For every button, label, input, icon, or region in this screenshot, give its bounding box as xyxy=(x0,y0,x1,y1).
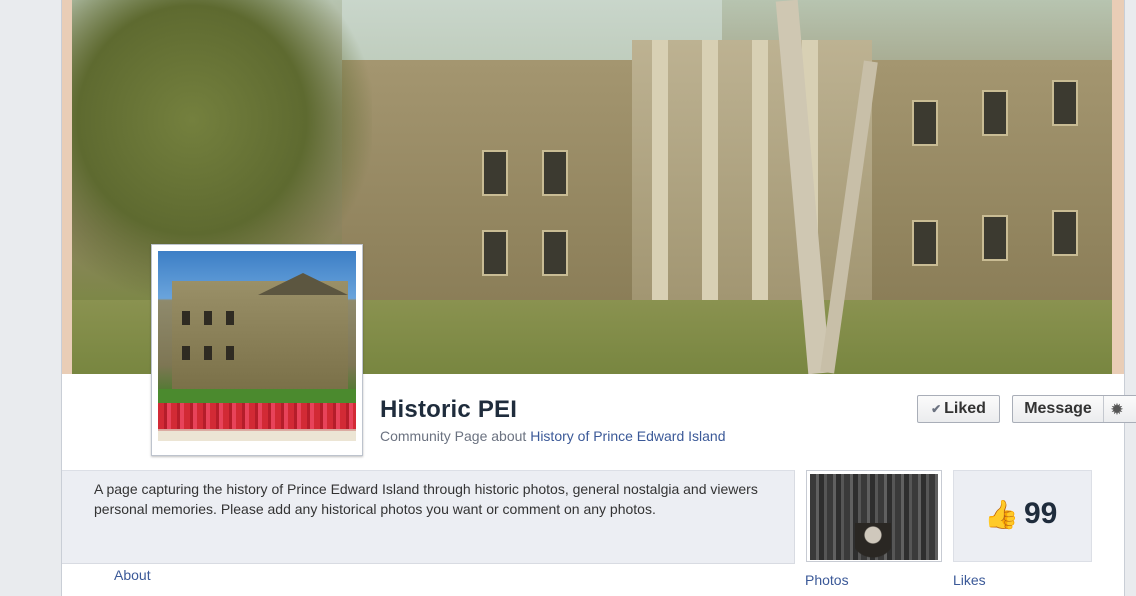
profile-window xyxy=(182,346,190,360)
photos-thumbnail[interactable] xyxy=(806,470,942,562)
profile-flowers xyxy=(158,403,356,429)
cover-column xyxy=(702,40,718,300)
cover-window xyxy=(482,150,508,196)
thumbs-up-icon: 👍 xyxy=(984,499,1019,530)
profile-window xyxy=(182,311,190,325)
profile-caption-strip xyxy=(158,431,356,441)
profile-window xyxy=(226,346,234,360)
tab-photos[interactable]: Photos xyxy=(805,572,849,588)
category-link[interactable]: History of Prince Edward Island xyxy=(530,428,725,444)
message-button[interactable]: Message xyxy=(1013,396,1104,422)
cover-window xyxy=(1052,80,1078,126)
gear-icon[interactable]: ✹ xyxy=(1104,396,1130,422)
likes-panel[interactable]: 👍 99 xyxy=(953,470,1092,562)
tab-likes[interactable]: Likes xyxy=(953,572,986,588)
cover-column xyxy=(752,40,768,300)
page-category-prefix: Community Page about xyxy=(380,428,531,444)
cover-window xyxy=(912,220,938,266)
profile-picture[interactable] xyxy=(151,244,363,456)
cover-window xyxy=(542,230,568,276)
profile-window xyxy=(204,311,212,325)
chevron-down-icon[interactable]: ▼ xyxy=(1130,396,1136,422)
cover-column xyxy=(652,40,668,300)
about-panel[interactable]: A page capturing the history of Prince E… xyxy=(62,470,795,564)
cover-window xyxy=(912,100,938,146)
page-category: Community Page about History of Prince E… xyxy=(380,428,726,444)
cover-window xyxy=(482,230,508,276)
likes-count: 99 xyxy=(1024,497,1058,530)
profile-building xyxy=(172,281,348,391)
liked-label: Liked xyxy=(944,400,986,417)
about-description: A page capturing the history of Prince E… xyxy=(94,481,758,517)
message-button-group: Message ✹ ▼ xyxy=(1012,395,1136,423)
cover-window xyxy=(982,90,1008,136)
checkmark-icon: ✔ xyxy=(931,402,942,416)
profile-image xyxy=(158,251,356,441)
tab-about[interactable]: About xyxy=(114,567,151,583)
cover-window xyxy=(982,215,1008,261)
cover-window xyxy=(542,150,568,196)
profile-window xyxy=(226,311,234,325)
liked-button[interactable]: ✔ Liked xyxy=(917,395,1000,423)
page-timeline: Historic PEI Community Page about Histor… xyxy=(61,0,1136,596)
page-title[interactable]: Historic PEI xyxy=(380,396,517,424)
photo-person xyxy=(855,523,891,561)
cover-window xyxy=(1052,210,1078,256)
profile-window xyxy=(204,346,212,360)
